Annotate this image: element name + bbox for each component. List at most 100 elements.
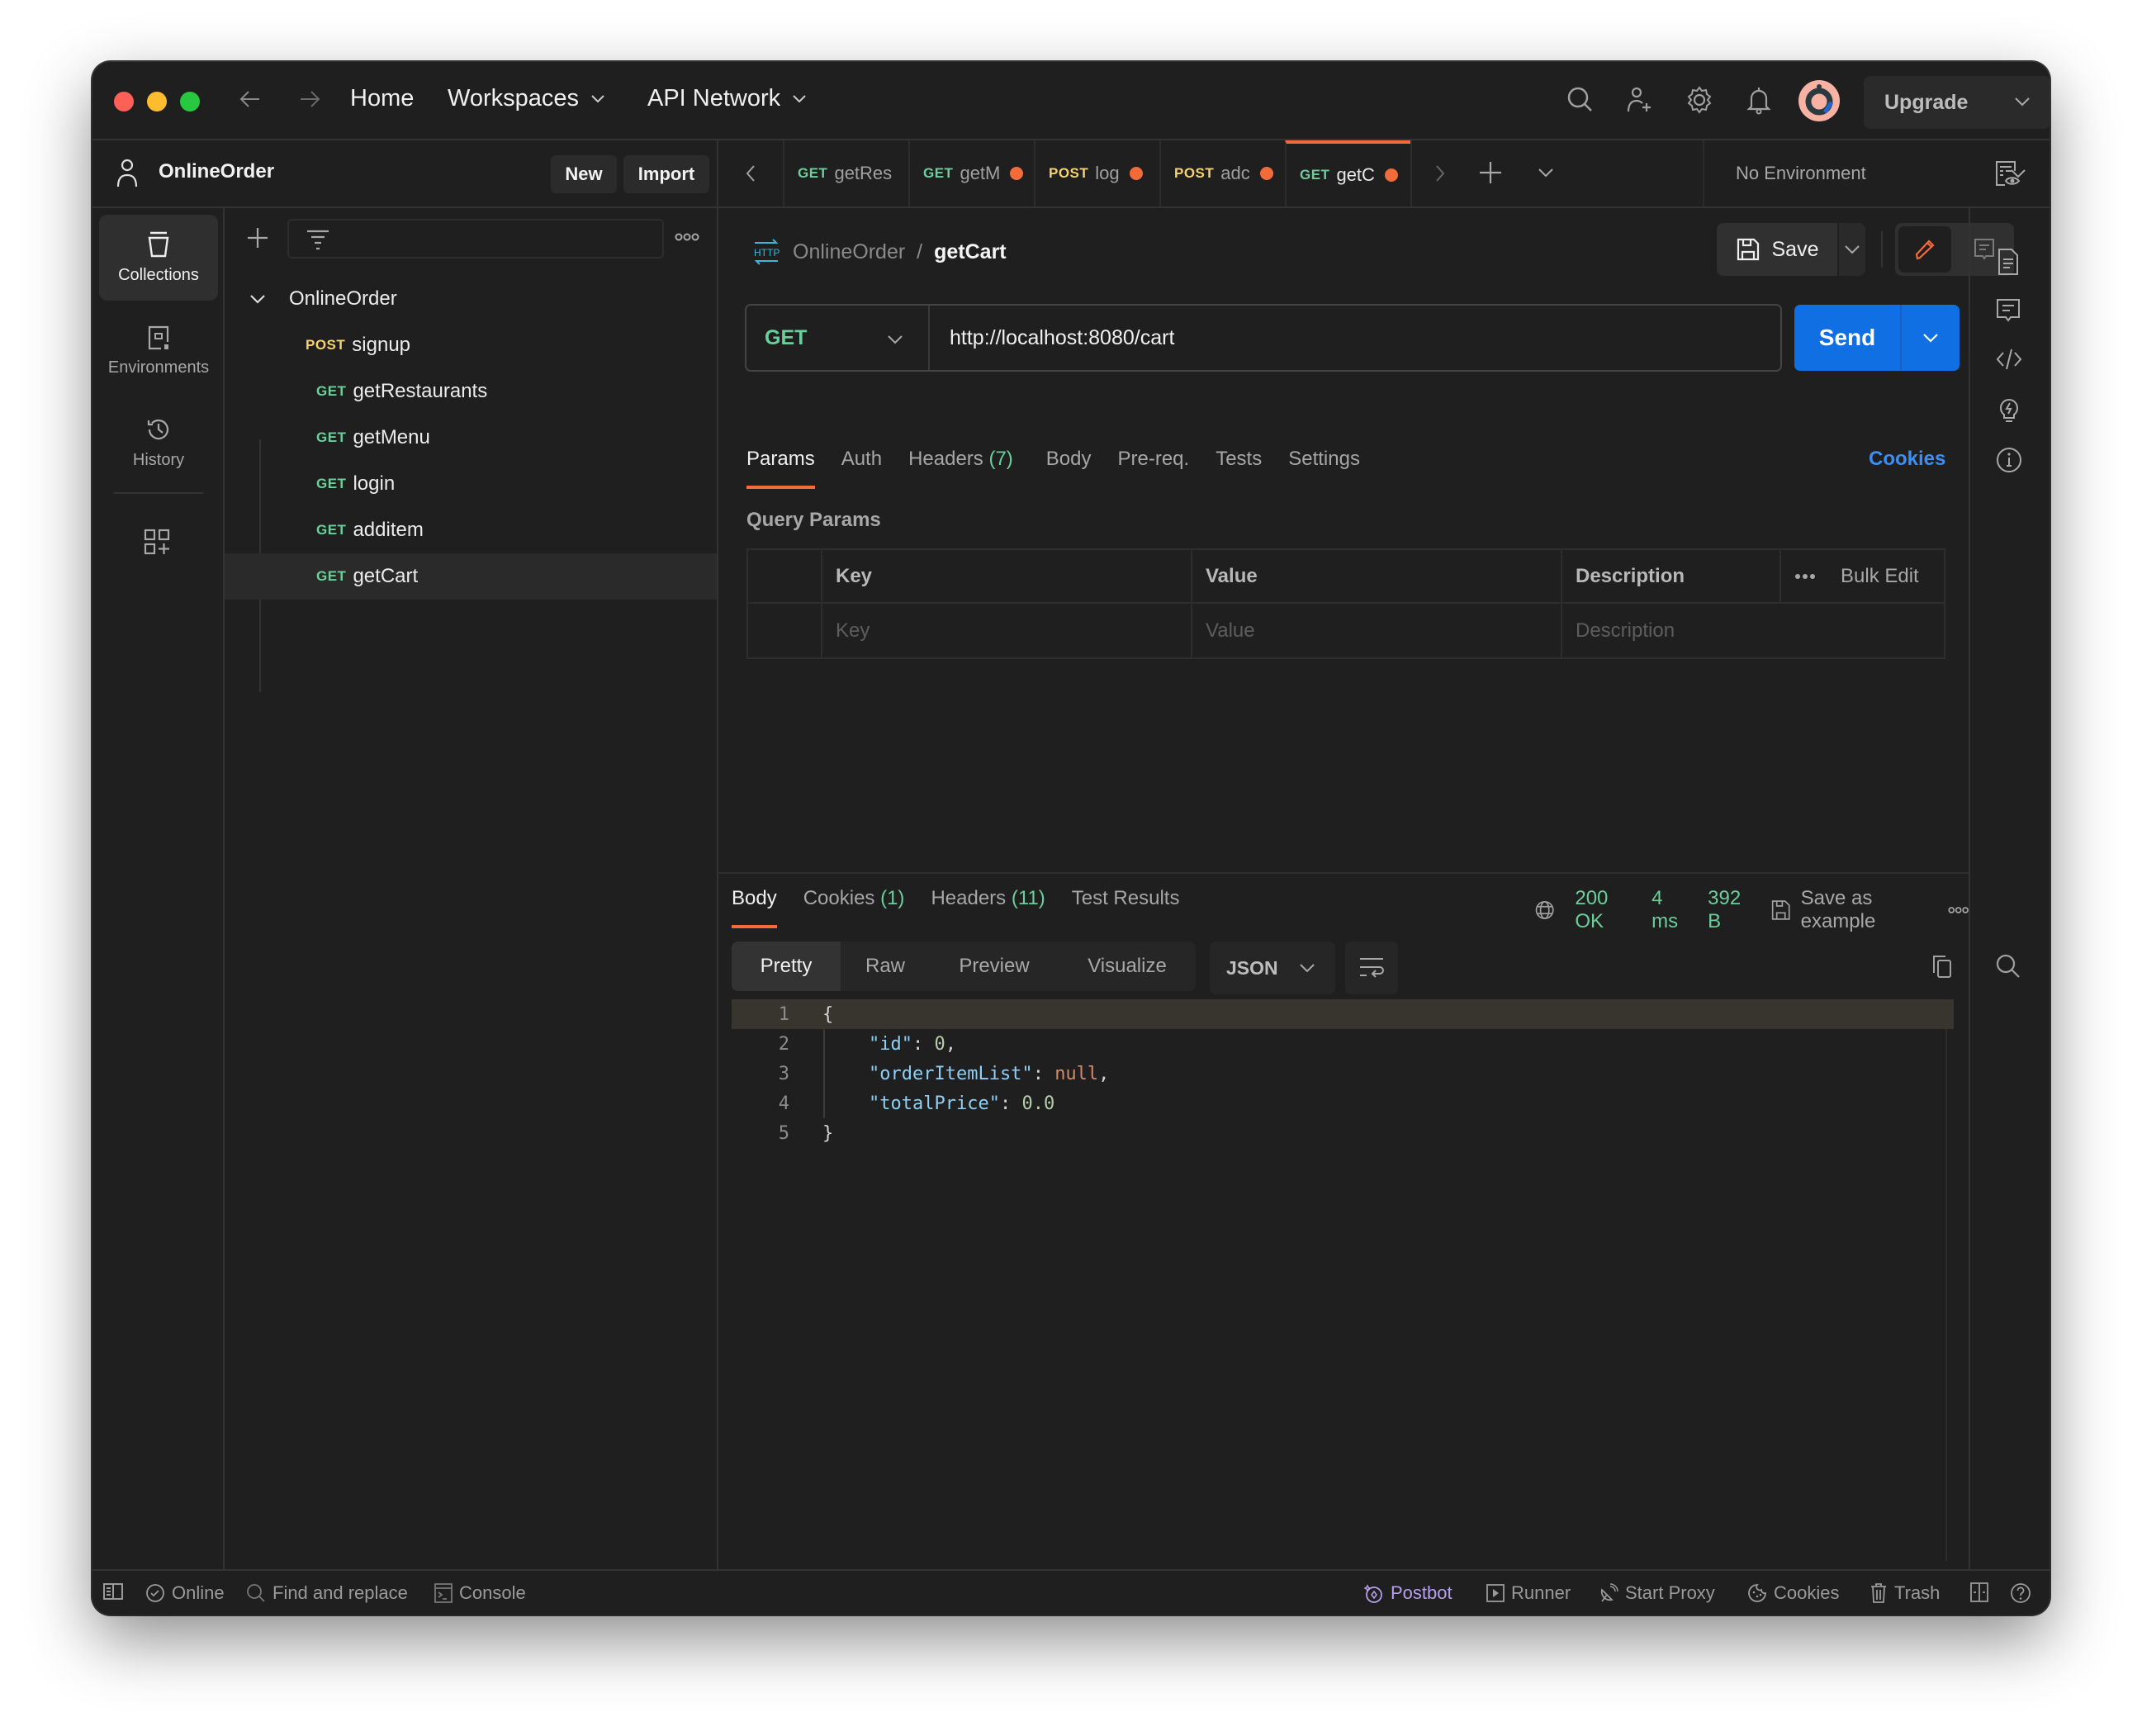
response-time[interactable]: 4 ms [1652,887,1688,933]
view-pretty-button[interactable]: Pretty [732,942,841,991]
request-item-selected[interactable]: GET getCart [225,553,717,600]
new-button[interactable]: New [551,155,617,193]
forward-arrow-icon[interactable] [297,87,322,111]
request-item[interactable]: GET additem [225,507,717,553]
save-as-example-button[interactable]: Save as example [1771,887,1927,933]
cookies-link[interactable]: Cookies [1869,448,1945,471]
save-options-dropdown[interactable] [1839,223,1865,276]
back-arrow-icon[interactable] [238,87,263,111]
user-avatar[interactable] [1798,79,1841,122]
runner-label: Runner [1511,1582,1571,1603]
code-snippet-icon[interactable] [1995,347,2023,372]
response-format-select[interactable]: JSON [1210,942,1335,994]
postbot-button[interactable]: Postbot [1364,1582,1452,1604]
tab-pre-request[interactable]: Pre-req. [1118,448,1190,491]
response-tab-body[interactable]: Body [732,887,777,930]
request-item[interactable]: POST signup [225,322,717,368]
tab-login[interactable]: POST log [1034,140,1159,206]
response-meta: 200 OK 4 ms 392 B Save as example [1534,887,1969,933]
online-status[interactable]: Online [145,1582,225,1604]
param-value-input[interactable]: Value [1192,604,1562,657]
tab-getcart[interactable]: GET getC [1285,140,1410,206]
toggle-sidebar-icon[interactable] [102,1582,124,1601]
comments-icon[interactable] [1995,297,2021,324]
request-response-divider[interactable] [718,872,1969,874]
minimize-window-button[interactable] [147,92,167,111]
find-and-replace-button[interactable]: Find and replace [246,1582,408,1604]
copy-icon[interactable] [1929,953,1954,979]
request-item[interactable]: GET login [225,461,717,507]
new-tab-plus-icon[interactable] [1478,160,1503,185]
bulk-edit-button[interactable]: Bulk Edit [1841,565,1919,588]
request-item[interactable]: GET getRestaurants [225,368,717,415]
upgrade-button[interactable]: Upgrade [1864,76,2050,129]
environment-quick-look-icon[interactable] [1993,159,2021,187]
param-description-input[interactable]: Description [1562,604,1945,657]
view-raw-button[interactable]: Raw [841,942,930,991]
import-button[interactable]: Import [623,155,709,193]
trash-button[interactable]: Trash [1870,1582,1940,1604]
tab-additem[interactable]: POST adc [1159,140,1285,206]
tab-getrestaurants[interactable]: GET getRes [783,140,908,206]
tab-params[interactable]: Params [746,448,815,491]
request-title[interactable]: getCart [934,240,1007,264]
view-preview-button[interactable]: Preview [930,942,1059,991]
http-method-select[interactable]: GET [746,306,930,370]
tab-auth[interactable]: Auth [841,448,882,491]
maximize-window-button[interactable] [180,92,200,111]
tab-settings[interactable]: Settings [1288,448,1360,491]
request-item[interactable]: GET getMenu [225,415,717,461]
tab-tests[interactable]: Tests [1216,448,1262,491]
row-checkbox[interactable] [748,604,822,657]
collection-search-input[interactable] [287,219,664,259]
help-icon[interactable] [2010,1582,2031,1604]
scroll-tabs-right-icon[interactable] [1410,140,1468,206]
related-collections-bulb-icon[interactable] [1995,396,2023,425]
scroll-tabs-left-icon[interactable] [718,140,783,206]
send-button[interactable]: Send [1794,305,1902,371]
edit-mode-button[interactable] [1898,226,1951,273]
add-workspace-view-icon[interactable] [144,529,170,555]
status-code[interactable]: 200 OK [1575,887,1632,933]
console-button[interactable]: Console [434,1582,526,1604]
search-icon[interactable] [1566,85,1595,115]
response-tab-test-results[interactable]: Test Results [1072,887,1180,930]
notifications-bell-icon[interactable] [1744,85,1774,115]
invite-user-icon[interactable] [1625,85,1655,115]
more-options-icon[interactable] [1948,904,1969,916]
tab-getmenu[interactable]: GET getM [908,140,1034,206]
cookies-button[interactable]: Cookies [1747,1582,1839,1604]
settings-gear-icon[interactable] [1685,85,1714,115]
response-tab-cookies[interactable]: Cookies (1) [803,887,905,930]
breadcrumb-collection[interactable]: OnlineOrder [793,240,905,264]
info-icon[interactable] [1995,446,2023,474]
response-tab-headers[interactable]: Headers (11) [931,887,1045,930]
collection-onlineorder[interactable]: OnlineOrder [225,276,717,322]
tab-body[interactable]: Body [1046,448,1092,491]
param-key-input[interactable]: Key [822,604,1192,657]
word-wrap-button[interactable] [1345,942,1398,994]
response-body-editor[interactable]: 1 { 2 "id": 0, 3 "orderItemList": null, … [732,999,1954,1561]
view-visualize-button[interactable]: Visualize [1059,942,1196,991]
home-link[interactable]: Home [350,85,414,112]
tab-headers[interactable]: Headers (7) [908,448,1013,491]
workspaces-menu[interactable]: Workspaces [448,85,605,112]
tabs-dropdown-chevron-icon[interactable] [1538,167,1554,178]
globe-icon[interactable] [1534,898,1555,923]
start-proxy-button[interactable]: Start Proxy [1599,1582,1715,1604]
save-button[interactable]: Save [1717,223,1837,276]
response-size[interactable]: 392 B [1708,887,1751,933]
api-network-menu[interactable]: API Network [647,85,807,112]
add-collection-icon[interactable] [246,226,269,249]
close-window-button[interactable] [114,92,134,111]
two-pane-view-icon[interactable] [1970,1582,1988,1602]
runner-button[interactable]: Runner [1486,1582,1571,1604]
sidebar-item-environments[interactable]: Environments [99,307,218,393]
more-options-icon[interactable] [1794,572,1816,581]
sidebar-item-history[interactable]: History [99,400,218,486]
sidebar-item-collections[interactable]: Collections [99,215,218,301]
url-input[interactable] [930,325,1780,350]
documentation-icon[interactable] [1995,248,2021,276]
send-options-dropdown[interactable] [1902,305,1960,371]
more-options-icon[interactable] [675,231,699,243]
